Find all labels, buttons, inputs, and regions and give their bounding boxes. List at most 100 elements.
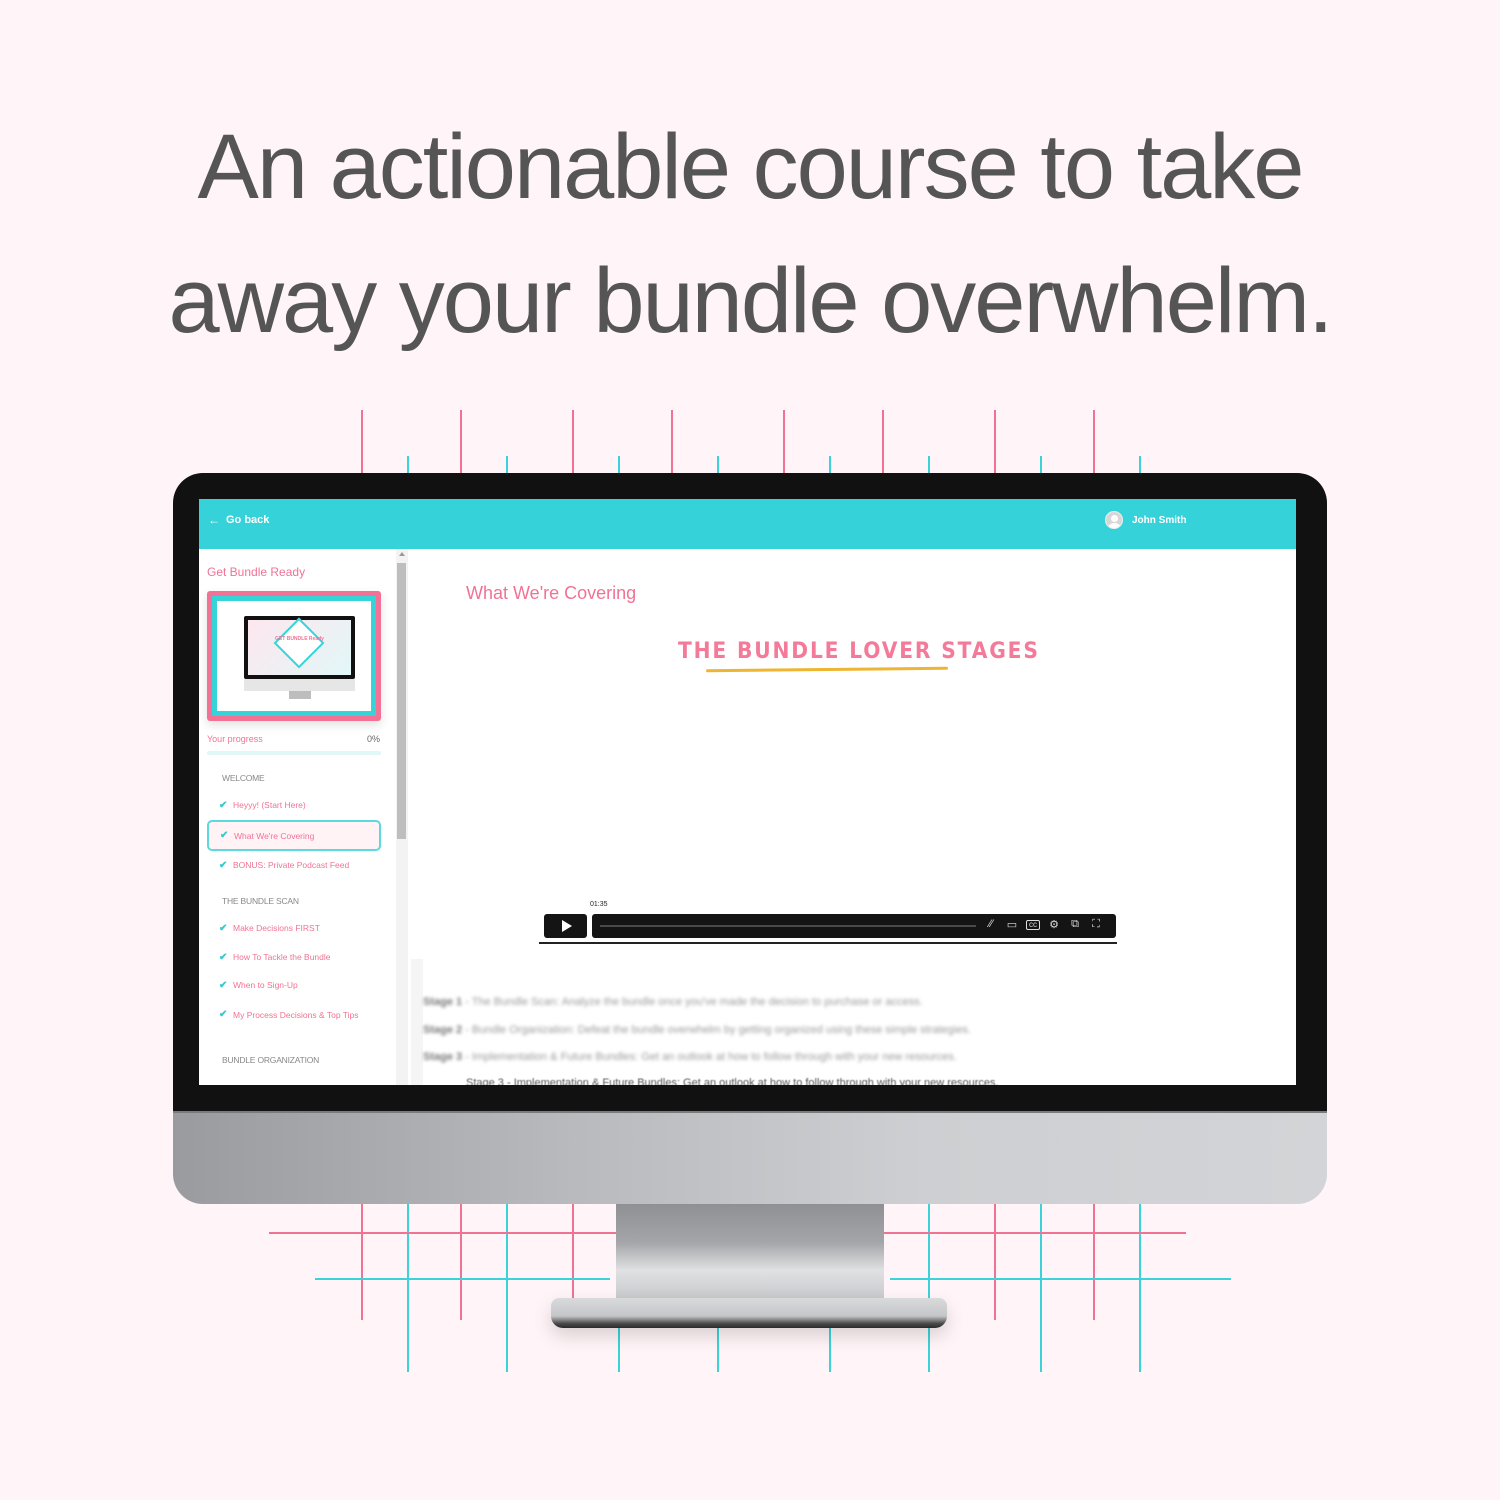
video-control-bar: 01:35 ⁄⁄ ▭ cc ⚙ ⧉ ⛶ xyxy=(588,900,1116,938)
grid-line xyxy=(1093,410,1095,474)
headline: An actionable course to take away your b… xyxy=(0,100,1500,368)
lesson-content: What We're Covering THE BUNDLE LOVER STA… xyxy=(411,549,1296,1085)
grid-line xyxy=(884,1232,1186,1234)
lesson-item[interactable]: ✔ BONUS: Private Podcast Feed xyxy=(207,860,381,871)
lesson-label: When to Sign-Up xyxy=(233,980,298,990)
check-icon: ✔ xyxy=(219,800,228,811)
lesson-item[interactable]: ✔ Make Decisions FIRST xyxy=(207,923,381,934)
grid-line xyxy=(361,1204,363,1320)
grid-line xyxy=(1139,456,1141,474)
check-icon: ✔ xyxy=(220,830,229,841)
check-icon: ✔ xyxy=(219,923,228,934)
lesson-item-active[interactable]: ✔ What We're Covering xyxy=(207,820,381,851)
grid-line xyxy=(994,410,996,474)
lesson-label: My Process Decisions & Top Tips xyxy=(233,1009,359,1020)
grid-line xyxy=(1139,1204,1141,1372)
lesson-item[interactable]: ✔ Heyyy! (Start Here) xyxy=(207,800,381,811)
thumbnail-monitor-image: GET BUNDLE Ready xyxy=(244,616,355,679)
lesson-item[interactable]: ✔ My Process Decisions & Top Tips xyxy=(207,1009,367,1020)
fullscreen-icon[interactable]: ⛶ xyxy=(1089,918,1103,931)
monitor-stand-neck xyxy=(616,1204,884,1299)
video-player-controls: 01:35 ⁄⁄ ▭ cc ⚙ ⧉ ⛶ xyxy=(539,900,1117,944)
lesson-item[interactable]: ✔ How To Tackle the Bundle xyxy=(207,952,381,963)
grid-line xyxy=(506,456,508,474)
progress-percent: 0% xyxy=(367,734,381,744)
play-icon xyxy=(561,920,572,932)
check-icon: ✔ xyxy=(219,860,228,871)
grid-line xyxy=(407,456,409,474)
picture-in-picture-icon[interactable]: ⧉ xyxy=(1068,918,1082,931)
headline-line-1: An actionable course to take xyxy=(197,116,1305,218)
check-icon: ✔ xyxy=(219,980,228,991)
lesson-label: How To Tackle the Bundle xyxy=(233,952,331,962)
headline-line-2: away your bundle overwhelm. xyxy=(168,250,1333,352)
description-cutoff-line: Stage 3 - Implementation & Future Bundle… xyxy=(466,1077,999,1085)
grid-line xyxy=(783,410,785,474)
lesson-item[interactable]: ✔ When to Sign-Up xyxy=(207,980,381,991)
content-gutter xyxy=(411,959,423,1085)
time-tooltip: 01:35 xyxy=(588,900,610,909)
section-heading-bundle-scan: THE BUNDLE SCAN xyxy=(222,896,299,906)
monitor-stand-base xyxy=(551,1298,947,1328)
monitor-chin xyxy=(173,1111,1327,1204)
lesson-label: Heyyy! (Start Here) xyxy=(233,800,306,810)
lesson-label: What We're Covering xyxy=(234,830,315,841)
grid-line xyxy=(1040,1204,1042,1372)
course-sidebar: Get Bundle Ready GET BUNDLE Ready Your p… xyxy=(199,549,396,1085)
cast-icon[interactable]: ▭ xyxy=(1005,918,1019,931)
grid-line xyxy=(572,410,574,474)
grid-line xyxy=(460,1204,462,1320)
lesson-label: BONUS: Private Podcast Feed xyxy=(233,860,350,870)
grid-line xyxy=(717,456,719,474)
description-line: Stage 3 - Implementation & Future Bundle… xyxy=(423,1051,957,1063)
go-back-button[interactable]: ← Go back xyxy=(208,513,269,527)
progress-label: Your progress xyxy=(207,734,263,744)
grid-line xyxy=(460,410,462,474)
grid-line xyxy=(361,410,363,474)
captions-icon[interactable]: cc xyxy=(1026,920,1040,930)
user-menu[interactable]: John Smith xyxy=(1105,511,1186,529)
monitor-screen: ← Go back John Smith Get Bundle Ready GE… xyxy=(199,499,1296,1085)
progress-bar xyxy=(207,751,381,755)
scroll-up-arrow-icon[interactable] xyxy=(399,552,405,556)
scrollbar-thumb[interactable] xyxy=(397,563,406,839)
volume-muted-icon[interactable]: ⁄⁄ xyxy=(984,918,998,931)
grid-line xyxy=(315,1278,610,1280)
seek-bar[interactable] xyxy=(600,925,976,927)
video-title: THE BUNDLE LOVER STAGES xyxy=(678,639,1040,664)
grid-line xyxy=(1040,456,1042,474)
settings-gear-icon[interactable]: ⚙ xyxy=(1047,918,1061,931)
grid-line xyxy=(407,1204,409,1372)
go-back-label: Go back xyxy=(226,514,270,526)
section-heading-welcome: WELCOME xyxy=(222,773,265,783)
grid-line xyxy=(890,1278,1231,1280)
check-icon: ✔ xyxy=(219,1009,228,1020)
grid-line xyxy=(882,410,884,474)
thumbnail-text: GET BUNDLE Ready xyxy=(275,636,324,642)
grid-line xyxy=(269,1232,616,1234)
top-bar: ← Go back John Smith xyxy=(199,499,1296,549)
user-name: John Smith xyxy=(1132,514,1187,526)
user-avatar-icon xyxy=(1105,511,1123,529)
course-title: Get Bundle Ready xyxy=(207,565,306,579)
grid-line xyxy=(928,456,930,474)
grid-line xyxy=(506,1204,508,1372)
player-divider xyxy=(539,942,1117,944)
grid-line xyxy=(994,1204,996,1320)
grid-line xyxy=(829,456,831,474)
video-title-underline xyxy=(705,666,949,673)
description-line: Stage 2 - Bundle Organization: Defeat th… xyxy=(423,1023,971,1036)
section-heading-bundle-organization: BUNDLE ORGANIZATION xyxy=(222,1055,320,1065)
grid-line xyxy=(928,1204,930,1372)
play-button[interactable] xyxy=(544,914,587,938)
grid-line xyxy=(671,410,673,474)
sidebar-scrollbar[interactable] xyxy=(396,549,408,1085)
description-line: Stage 1 - The Bundle Scan: Analyze the b… xyxy=(423,996,923,1008)
check-icon: ✔ xyxy=(219,952,228,963)
lesson-description: Stage 1 - The Bundle Scan: Analyze the b… xyxy=(423,989,1183,1072)
lesson-label: Make Decisions FIRST xyxy=(233,923,320,933)
arrow-left-icon: ← xyxy=(208,513,220,527)
course-thumbnail: GET BUNDLE Ready xyxy=(207,591,381,721)
grid-line xyxy=(1093,1204,1095,1320)
lesson-title: What We're Covering xyxy=(466,583,637,603)
